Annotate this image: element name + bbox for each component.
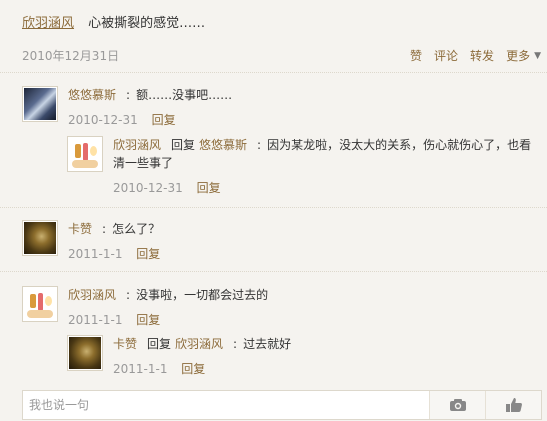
- avatar[interactable]: [22, 220, 58, 256]
- reply-target-link[interactable]: 悠悠慕斯: [199, 138, 247, 152]
- forward-button[interactable]: 转发: [470, 47, 494, 64]
- comment-text: 过去就好: [243, 337, 292, 351]
- send-button[interactable]: [485, 391, 541, 419]
- divider: [0, 207, 547, 208]
- comment-author-link[interactable]: 悠悠慕斯: [68, 88, 116, 102]
- photo-button[interactable]: [429, 391, 485, 419]
- post-content: 心被撕裂的感觉……: [88, 16, 206, 31]
- dragon-avatar-icon: [69, 337, 101, 369]
- comment-button[interactable]: 评论: [434, 47, 458, 64]
- caret-down-icon[interactable]: ▼: [534, 51, 541, 61]
- comment-text: 怎么了？: [112, 222, 161, 236]
- avatar[interactable]: [22, 86, 58, 122]
- comment-input[interactable]: [23, 391, 429, 419]
- reply-label: 回复: [147, 337, 172, 351]
- comment-date: 2011-1-1: [68, 313, 123, 327]
- comment-date: 2011-1-1: [113, 362, 168, 376]
- comment-item-reply: 欣羽涵风 回复 悠悠慕斯: 因为某龙啦，没太大的关系，伤心就伤心了，也看 清一些事了 …: [67, 136, 533, 197]
- comment-text: 没事啦，一切都会过去的: [136, 288, 269, 302]
- comment-item: 欣羽涵风: 没事啦，一切都会过去的 2011-1-1 回复: [22, 286, 268, 329]
- camera-icon: [449, 399, 466, 411]
- avatar[interactable]: [67, 136, 103, 172]
- reply-label: 回复: [171, 138, 196, 152]
- comment-text-continued: 清一些事了: [113, 156, 174, 170]
- post-header: 欣羽涵风 心被撕裂的感觉……: [22, 12, 205, 31]
- reply-button[interactable]: 回复: [136, 247, 160, 261]
- reply-button[interactable]: 回复: [181, 362, 205, 376]
- reply-button[interactable]: 回复: [197, 181, 221, 195]
- comment-date: 2011-1-1: [68, 247, 123, 261]
- comment-author-link[interactable]: 欣羽涵风: [113, 138, 161, 152]
- reply-button[interactable]: 回复: [152, 113, 176, 127]
- post-actions: 赞 评论 转发 更多 ▼: [410, 47, 541, 64]
- comment-text: 因为某龙啦，没太大的关系，伤心就伤心了，也看: [267, 138, 532, 152]
- comment-date: 2010-12-31: [113, 181, 183, 195]
- comment-item: 卡赞: 怎么了？ 2011-1-1 回复: [22, 220, 160, 263]
- comment-author-link[interactable]: 卡赞: [113, 337, 137, 351]
- divider: [0, 271, 547, 272]
- wolf-avatar-icon: [24, 88, 56, 120]
- comment-item: 悠悠慕斯: 额……没事吧…… 2010-12-31 回复: [22, 86, 232, 129]
- comment-author-link[interactable]: 欣羽涵风: [68, 288, 116, 302]
- post-date: 2010年12月31日: [22, 49, 120, 63]
- comment-text: 额……没事吧……: [136, 88, 233, 102]
- comment-author-link[interactable]: 卡赞: [68, 222, 92, 236]
- girl-avatar-icon: [24, 288, 56, 320]
- avatar[interactable]: [67, 335, 103, 371]
- girl-avatar-icon: [69, 138, 101, 170]
- reply-button[interactable]: 回复: [136, 313, 160, 327]
- comment-date: 2010-12-31: [68, 113, 138, 127]
- thumb-icon: [505, 398, 522, 412]
- more-button[interactable]: 更多: [506, 47, 530, 64]
- divider: [0, 72, 547, 73]
- like-button[interactable]: 赞: [410, 47, 422, 64]
- post-author-link[interactable]: 欣羽涵风: [22, 16, 74, 31]
- dragon-avatar-icon: [24, 222, 56, 254]
- comment-item-reply: 卡赞 回复 欣羽涵风: 过去就好 2011-1-1 回复: [67, 335, 291, 378]
- comment-input-bar: [22, 390, 542, 420]
- avatar[interactable]: [22, 286, 58, 322]
- reply-target-link[interactable]: 欣羽涵风: [175, 337, 223, 351]
